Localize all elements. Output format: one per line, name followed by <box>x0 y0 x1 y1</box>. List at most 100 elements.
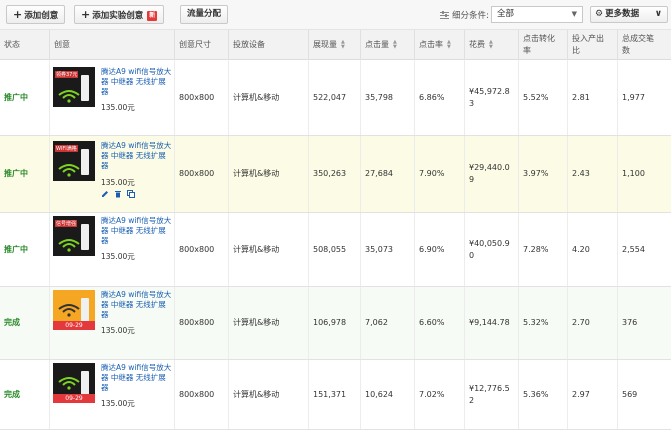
status-text: 完成 <box>4 318 20 327</box>
status-text: 完成 <box>4 389 20 399</box>
col-conv-rate-label: 点击转化率 <box>523 34 555 55</box>
creative-title-link[interactable]: 腾达A9 wifi信号放大器 中继器 无线扩展器 <box>101 363 173 393</box>
col-cost-label: 花费 <box>469 40 485 49</box>
col-cost[interactable]: 花费 ▲ ▼ <box>464 30 518 60</box>
device-cell: 计算机&移动 <box>228 360 308 429</box>
cost-cell: ¥29,440.09 <box>464 136 518 212</box>
col-size: 创意尺寸 <box>174 30 228 60</box>
col-ctr-label: 点击率 <box>419 40 443 49</box>
col-roi-label: 投入产出比 <box>572 34 604 55</box>
creative-title-link[interactable]: 腾达A9 wifi信号放大器 中继器 无线扩展器 <box>101 141 173 171</box>
creative-thumbnail[interactable]: 信号增强 <box>53 216 95 256</box>
sort-icon: ▲ ▼ <box>489 39 493 50</box>
cost-cell: ¥12,776.52 <box>464 360 518 429</box>
ctr-cell: 6.90% <box>414 213 464 286</box>
wifi-icon <box>58 90 80 103</box>
table-row[interactable]: 推广中 WIFI满格 腾达A9 wifi信号放大器 中继器 无线扩展器 135.… <box>0 136 671 213</box>
impressions-cell: 508,055 <box>308 213 360 286</box>
status-text: 推广中 <box>4 92 28 102</box>
plus-icon: + <box>13 8 23 21</box>
col-impressions[interactable]: 展现量 ▲ ▼ <box>308 30 360 60</box>
creative-price: 135.00元 <box>101 252 135 261</box>
creative-price: 135.00元 <box>101 178 135 187</box>
creative-title-link[interactable]: 腾达A9 wifi信号放大器 中继器 无线扩展器 <box>101 216 173 246</box>
ctr-cell: 6.60% <box>414 287 464 359</box>
orders-cell: 2,554 <box>617 213 671 286</box>
delete-icon[interactable] <box>114 190 122 198</box>
roi-cell: 2.81 <box>567 60 617 135</box>
col-conv-rate[interactable]: 点击转化率 <box>518 30 567 60</box>
orders-cell: 1,100 <box>617 136 671 212</box>
caret-down-icon: ▼ <box>571 10 577 18</box>
col-clicks[interactable]: 点击量 ▲ ▼ <box>360 30 414 60</box>
size-cell: 800x800 <box>174 287 228 359</box>
creative-price: 135.00元 <box>101 326 135 335</box>
creative-thumbnail[interactable]: 09-29 <box>53 363 95 403</box>
roi-cell: 2.43 <box>567 136 617 212</box>
creative-title-link[interactable]: 腾达A9 wifi信号放大器 中继器 无线扩展器 <box>101 290 173 320</box>
traffic-split-button[interactable]: 流量分配 <box>180 5 229 24</box>
chevron-down-icon: ∨ <box>654 9 662 19</box>
creative-thumbnail[interactable]: 领券37元 <box>53 67 95 107</box>
table-row[interactable]: 完成 09-29 腾达A9 wifi信号放大器 中继器 无线扩展器 135.00… <box>0 360 671 430</box>
row-actions <box>101 190 135 198</box>
more-data-label: 更多数据 <box>605 9 640 19</box>
cost-cell: ¥40,050.90 <box>464 213 518 286</box>
thumb-banner: 信号增强 <box>55 220 78 227</box>
traffic-split-label: 流量分配 <box>187 9 222 19</box>
add-test-creative-label: 添加实验创意 <box>92 11 144 21</box>
clicks-cell: 35,073 <box>360 213 414 286</box>
creative-thumbnail[interactable]: WIFI满格 <box>53 141 95 181</box>
col-roi[interactable]: 投入产出比 <box>567 30 617 60</box>
orders-cell: 569 <box>617 360 671 429</box>
size-cell: 800x800 <box>174 60 228 135</box>
copy-icon[interactable] <box>127 190 135 198</box>
conv-rate-cell: 5.52% <box>518 60 567 135</box>
filter-select[interactable]: 全部 ▼ <box>491 6 583 23</box>
clicks-cell: 7,062 <box>360 287 414 359</box>
creative-title-link[interactable]: 腾达A9 wifi信号放大器 中继器 无线扩展器 <box>101 67 173 97</box>
col-status: 状态 <box>4 40 20 49</box>
table-header: 状态 创意 创意尺寸 投放设备 展现量 ▲ ▼ 点击量 ▲ ▼ 点击率 ▲ ▼ 花费 ▲ ▼ 点… <box>0 30 671 60</box>
cost-cell: ¥9,144.78 <box>464 287 518 359</box>
table-row[interactable]: 推广中 领券37元 腾达A9 wifi信号放大器 中继器 无线扩展器 135.0… <box>0 60 671 136</box>
conv-rate-cell: 5.36% <box>518 360 567 429</box>
sort-icon: ▲ ▼ <box>447 39 451 50</box>
roi-cell: 4.20 <box>567 213 617 286</box>
thumb-banner: 领券37元 <box>55 71 79 78</box>
device-image <box>81 224 89 250</box>
add-creative-button[interactable]: + 添加创意 <box>6 5 66 24</box>
orders-cell: 1,977 <box>617 60 671 135</box>
table-row[interactable]: 推广中 信号增强 腾达A9 wifi信号放大器 中继器 无线扩展器 135.00… <box>0 213 671 287</box>
size-cell: 800x800 <box>174 213 228 286</box>
col-impressions-label: 展现量 <box>313 40 337 49</box>
device-cell: 计算机&移动 <box>228 213 308 286</box>
col-clicks-label: 点击量 <box>365 40 389 49</box>
thumb-banner: WIFI满格 <box>55 145 78 152</box>
table-row[interactable]: 完成 09-29 腾达A9 wifi信号放大器 中继器 无线扩展器 135.00… <box>0 287 671 360</box>
col-device: 投放设备 <box>228 30 308 60</box>
device-cell: 计算机&移动 <box>228 136 308 212</box>
impressions-cell: 151,371 <box>308 360 360 429</box>
clicks-cell: 10,624 <box>360 360 414 429</box>
ctr-cell: 7.90% <box>414 136 464 212</box>
more-data-button[interactable]: ⚙ 更多数据 ∨ <box>590 6 668 23</box>
add-creative-label: 添加创意 <box>24 11 59 21</box>
thumb-date: 09-29 <box>53 321 95 330</box>
device-image <box>81 149 89 175</box>
creative-thumbnail[interactable]: 09-29 <box>53 290 95 330</box>
conv-rate-cell: 3.97% <box>518 136 567 212</box>
device-cell: 计算机&移动 <box>228 60 308 135</box>
clicks-cell: 27,684 <box>360 136 414 212</box>
device-cell: 计算机&移动 <box>228 287 308 359</box>
toolbar: + 添加创意 + 添加实验创意新 流量分配 细分条件: 全部 ▼ ⚙ 更多数据 ∨ <box>0 0 671 30</box>
filter-label: 细分条件: <box>440 9 489 21</box>
wifi-icon <box>58 164 80 177</box>
edit-icon[interactable] <box>101 190 109 198</box>
col-orders[interactable]: 总成交笔数 <box>617 30 671 60</box>
col-ctr[interactable]: 点击率 ▲ ▼ <box>414 30 464 60</box>
roi-cell: 2.97 <box>567 360 617 429</box>
add-test-creative-button[interactable]: + 添加实验创意新 <box>74 5 165 24</box>
roi-cell: 2.70 <box>567 287 617 359</box>
orders-cell: 376 <box>617 287 671 359</box>
